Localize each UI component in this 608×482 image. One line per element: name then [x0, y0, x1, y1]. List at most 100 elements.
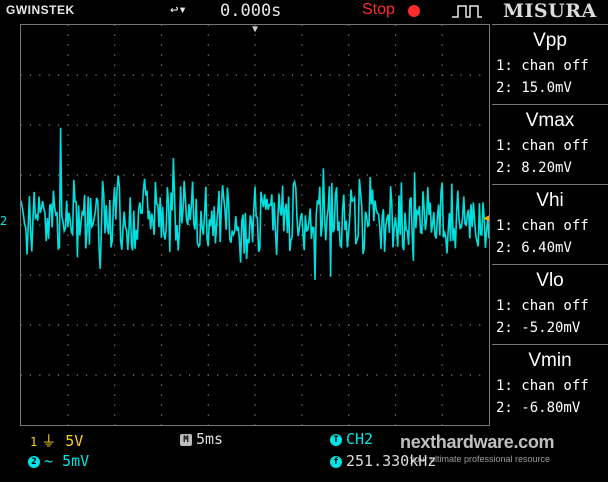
grid-dot [254, 104, 256, 106]
grid-dot [441, 284, 443, 286]
grid-dot [160, 354, 163, 356]
grid-dot [21, 124, 22, 126]
measure-vhi[interactable]: Vhi 1: chan off 2: 6.40mV [492, 184, 608, 264]
grid-dot [160, 54, 163, 56]
grid-dot [263, 124, 266, 126]
grid-dot [394, 194, 397, 196]
grid-dot [460, 174, 462, 176]
grid-dot [235, 324, 237, 326]
grid-dot [160, 44, 163, 46]
grid-dot [348, 304, 350, 306]
grid-dot [235, 74, 237, 76]
grid-dot [114, 164, 116, 166]
grid-dot [348, 74, 350, 76]
grid-dot [301, 104, 303, 106]
grid-dot [320, 74, 322, 76]
grid-dot [104, 374, 106, 376]
grid-dot [348, 334, 350, 336]
trigger-edge-icon[interactable]: ↩▾ [170, 2, 187, 18]
grid-dot [348, 394, 350, 396]
measure-title: Vlo [536, 270, 564, 291]
grid-dot [104, 274, 106, 276]
grid-dot [217, 374, 219, 376]
grid-dot [254, 354, 256, 356]
grid-dot [282, 174, 284, 176]
grid-dot [376, 224, 378, 226]
grid-dot [366, 124, 369, 126]
grid-dot [254, 384, 256, 386]
grid-dot [207, 304, 209, 306]
grid-dot [348, 34, 350, 36]
grid-dot [76, 124, 78, 126]
grid-dot [29, 124, 32, 126]
grid-dot [207, 424, 209, 425]
grid-dot [394, 25, 397, 26]
grid-dot [160, 384, 163, 386]
grid-dot [160, 284, 163, 286]
grid-dot [67, 394, 69, 396]
grid-dot [479, 324, 481, 326]
ch2-scale-readout[interactable]: 2 ~ 5mV [28, 452, 89, 470]
grid-dot [114, 264, 116, 266]
grid-dot [301, 144, 303, 146]
measure-vmin[interactable]: Vmin 1: chan off 2: -6.80mV [492, 344, 608, 424]
grid-dot [254, 364, 256, 366]
grid-dot [394, 284, 397, 286]
grid-dot [170, 374, 172, 376]
grid-dot [282, 74, 284, 76]
grid-dot [95, 124, 97, 126]
grid-dot [432, 124, 434, 126]
grid-dot [114, 284, 116, 286]
grid-dot [142, 324, 144, 326]
grid-dot [348, 204, 350, 206]
grid-dot [254, 144, 256, 146]
grid-dot [170, 174, 172, 176]
grid-dot [160, 264, 163, 266]
timebase-badge: M [180, 433, 192, 446]
grid-dot [207, 254, 209, 256]
grid-dot [254, 394, 256, 396]
grid-dot [394, 344, 397, 346]
grid-dot [160, 174, 163, 176]
grid-dot [282, 374, 284, 376]
grid-dot [254, 124, 256, 126]
grid-dot [132, 374, 135, 376]
grid-dot [235, 124, 237, 126]
grid-dot [67, 64, 69, 66]
grid-dot [301, 94, 303, 96]
grid-dot [301, 64, 303, 66]
measure-vmax[interactable]: Vmax 1: chan off 2: 8.20mV [492, 104, 608, 184]
grid-dot [179, 274, 181, 276]
grid-dot [394, 374, 397, 376]
measure-vlo[interactable]: Vlo 1: chan off 2: -5.20mV [492, 264, 608, 344]
grid-dot [338, 124, 340, 126]
grid-dot [114, 124, 116, 126]
timebase-readout[interactable]: M 5ms [180, 430, 223, 448]
measure-vpp[interactable]: Vpp 1: chan off 2: 15.0mV [492, 24, 608, 104]
grid-dot [254, 374, 256, 376]
grid-dot [413, 274, 415, 276]
grid-dot [217, 124, 219, 126]
measure-menu-title[interactable]: MISURA [503, 0, 597, 22]
grid-dot [114, 184, 116, 186]
grid-dot [329, 74, 331, 76]
grid-dot [39, 74, 41, 76]
grid-dot [207, 204, 209, 206]
grid-dot [394, 404, 397, 406]
grid-dot [160, 274, 163, 276]
grid-dot [95, 374, 97, 376]
run-state-label[interactable]: Stop [362, 1, 395, 19]
stop-indicator-icon [408, 5, 420, 17]
grid-dot [254, 264, 256, 266]
grid-dot [160, 114, 163, 116]
grid-dot [29, 274, 32, 276]
grid-dot [179, 124, 181, 126]
grid-dot [207, 94, 209, 96]
waveform-display[interactable] [20, 24, 490, 426]
grid-dot [301, 25, 303, 26]
ch1-scale-readout[interactable]: 1 ⏚ 5V [30, 430, 83, 451]
ch2-ground-marker: 2 [0, 214, 8, 228]
trigger-source-readout[interactable]: T CH2 [330, 430, 373, 448]
grid-dot [114, 294, 116, 296]
grid-dot [301, 74, 303, 76]
